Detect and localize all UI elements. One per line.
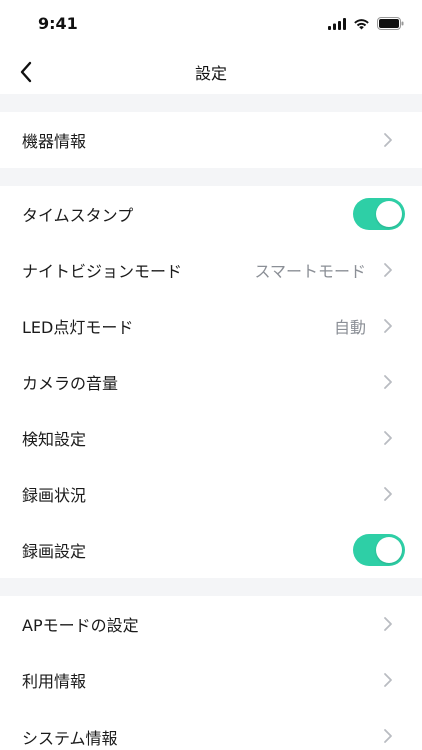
list-item-value: 自動: [333, 318, 366, 337]
list-item-led-mode[interactable]: LED点灯モード 自動: [0, 298, 422, 354]
status-icons: [328, 16, 404, 32]
list-item-ap-mode-settings[interactable]: APモードの設定: [0, 596, 422, 652]
section-divider: [0, 94, 422, 112]
list-item-detection-settings[interactable]: 検知設定: [0, 410, 422, 466]
chevron-right-icon: [384, 487, 392, 501]
list-item-timestamp: タイムスタンプ: [0, 186, 422, 242]
navigation-bar: 設定: [0, 48, 422, 94]
list-item-label: タイムスタンプ: [22, 206, 134, 225]
chevron-right-icon: [384, 263, 392, 277]
list-item-label: システム情報: [22, 729, 118, 748]
list-item-label: LED点灯モード: [22, 318, 134, 337]
list-item-usage-info[interactable]: 利用情報: [0, 652, 422, 708]
wifi-icon: [353, 15, 370, 34]
list-item-label: ナイトビジョンモード: [22, 262, 183, 281]
list-item-label: 機器情報: [22, 132, 87, 151]
status-bar: 9:41: [0, 0, 422, 48]
list-item-device-info[interactable]: 機器情報: [0, 112, 422, 168]
cellular-signal-icon: [328, 15, 346, 34]
section-divider: [0, 168, 422, 186]
chevron-right-icon: [384, 617, 392, 631]
list-item-value: スマートモード: [254, 262, 366, 281]
chevron-right-icon: [384, 431, 392, 445]
list-item-night-vision-mode[interactable]: ナイトビジョンモード スマートモード: [0, 242, 422, 298]
toggle-knob: [376, 201, 402, 227]
section-divider: [0, 578, 422, 596]
list-item-recording-settings: 録画設定: [0, 522, 422, 578]
list-item-label: カメラの音量: [22, 374, 119, 393]
list-item-label: 利用情報: [22, 672, 87, 691]
list-item-label: 録画設定: [22, 542, 87, 561]
status-time: 9:41: [38, 14, 78, 33]
chevron-right-icon: [384, 375, 392, 389]
toggle-knob: [376, 537, 402, 563]
recording-settings-toggle[interactable]: [353, 534, 405, 566]
list-item-system-info[interactable]: システム情報: [0, 708, 422, 750]
list-item-label: 録画状況: [22, 486, 87, 505]
list-item-recording-status[interactable]: 録画状況: [0, 466, 422, 522]
chevron-right-icon: [384, 673, 392, 687]
page-title: 設定: [194, 64, 227, 83]
list-item-camera-volume[interactable]: カメラの音量: [0, 354, 422, 410]
list-item-label: APモードの設定: [22, 616, 139, 635]
list-item-label: 検知設定: [22, 430, 87, 449]
timestamp-toggle[interactable]: [353, 198, 405, 230]
chevron-right-icon: [384, 319, 392, 333]
battery-icon: [377, 15, 404, 34]
chevron-right-icon: [384, 729, 392, 743]
chevron-right-icon: [384, 133, 392, 147]
